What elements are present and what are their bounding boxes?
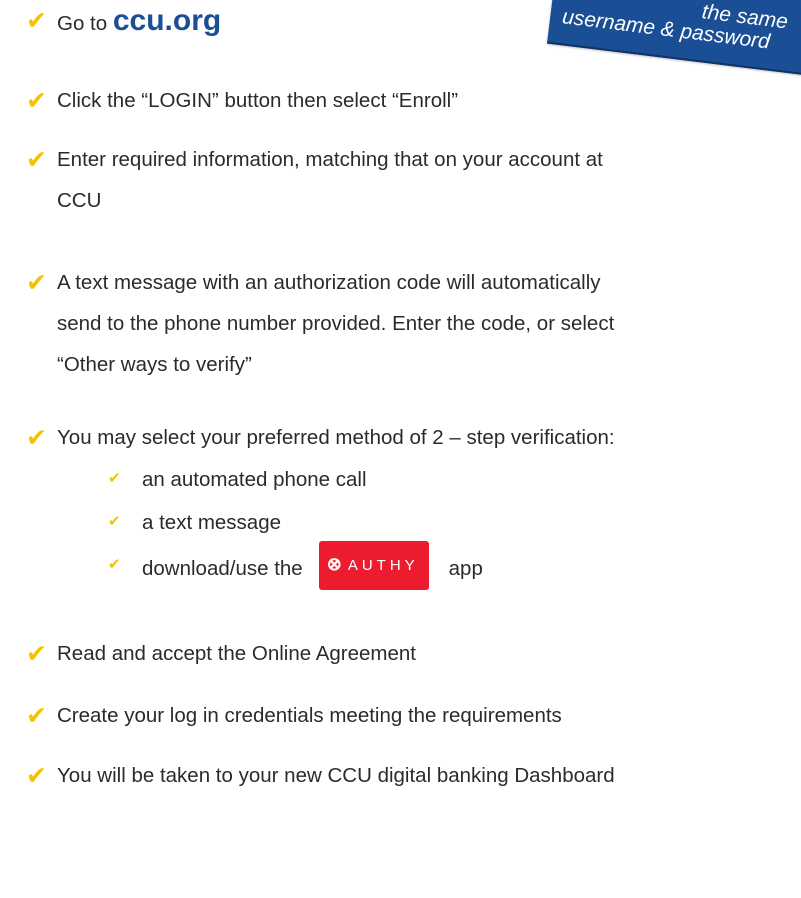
checkmark-icon: ✔ [26, 639, 47, 668]
checkmark-icon: ✔ [26, 145, 47, 174]
method-text: a text message [142, 511, 282, 534]
authy-badge-text: AUTHY [347, 557, 419, 574]
step-text-line-3: “Other ways to verify” [57, 353, 252, 376]
step-text: You will be taken to your new CCU digita… [57, 764, 615, 787]
step-text-line-1: Enter required information, matching tha… [57, 148, 603, 171]
method-text-after: app [448, 556, 483, 580]
method-text: an automated phone call [142, 468, 367, 491]
checkmark-icon: ✔ [108, 469, 121, 487]
checkmark-icon: ✔ [26, 268, 47, 297]
checkmark-icon: ✔ [108, 555, 121, 573]
method-text-before: download/use the [142, 556, 303, 580]
step-text-line-2: send to the phone number provided. Enter… [57, 312, 615, 335]
step-text: Create your log in credentials meeting t… [57, 704, 562, 727]
step-text: Read and accept the Online Agreement [57, 642, 416, 665]
step-text: You may select your preferred method of … [57, 426, 615, 449]
step-text: Click the “LOGIN” button then select “En… [57, 89, 459, 112]
checkmark-icon: ✔ [108, 512, 121, 530]
checkmark-icon: ✔ [26, 761, 47, 790]
checkmark-icon: ✔ [26, 6, 47, 35]
checkmark-icon: ✔ [26, 701, 47, 730]
checkmark-icon: ✔ [26, 423, 47, 452]
site-link[interactable]: ccu.org [113, 4, 221, 37]
authy-logo-icon: ⊗ [326, 554, 342, 574]
step-text: Go to [57, 12, 113, 35]
step-text-line-2: CCU [57, 189, 102, 212]
checkmark-icon: ✔ [26, 86, 47, 115]
authy-badge: ⊗ AUTHY [318, 541, 429, 590]
step-text-line-1: A text message with an authorization cod… [57, 271, 601, 294]
